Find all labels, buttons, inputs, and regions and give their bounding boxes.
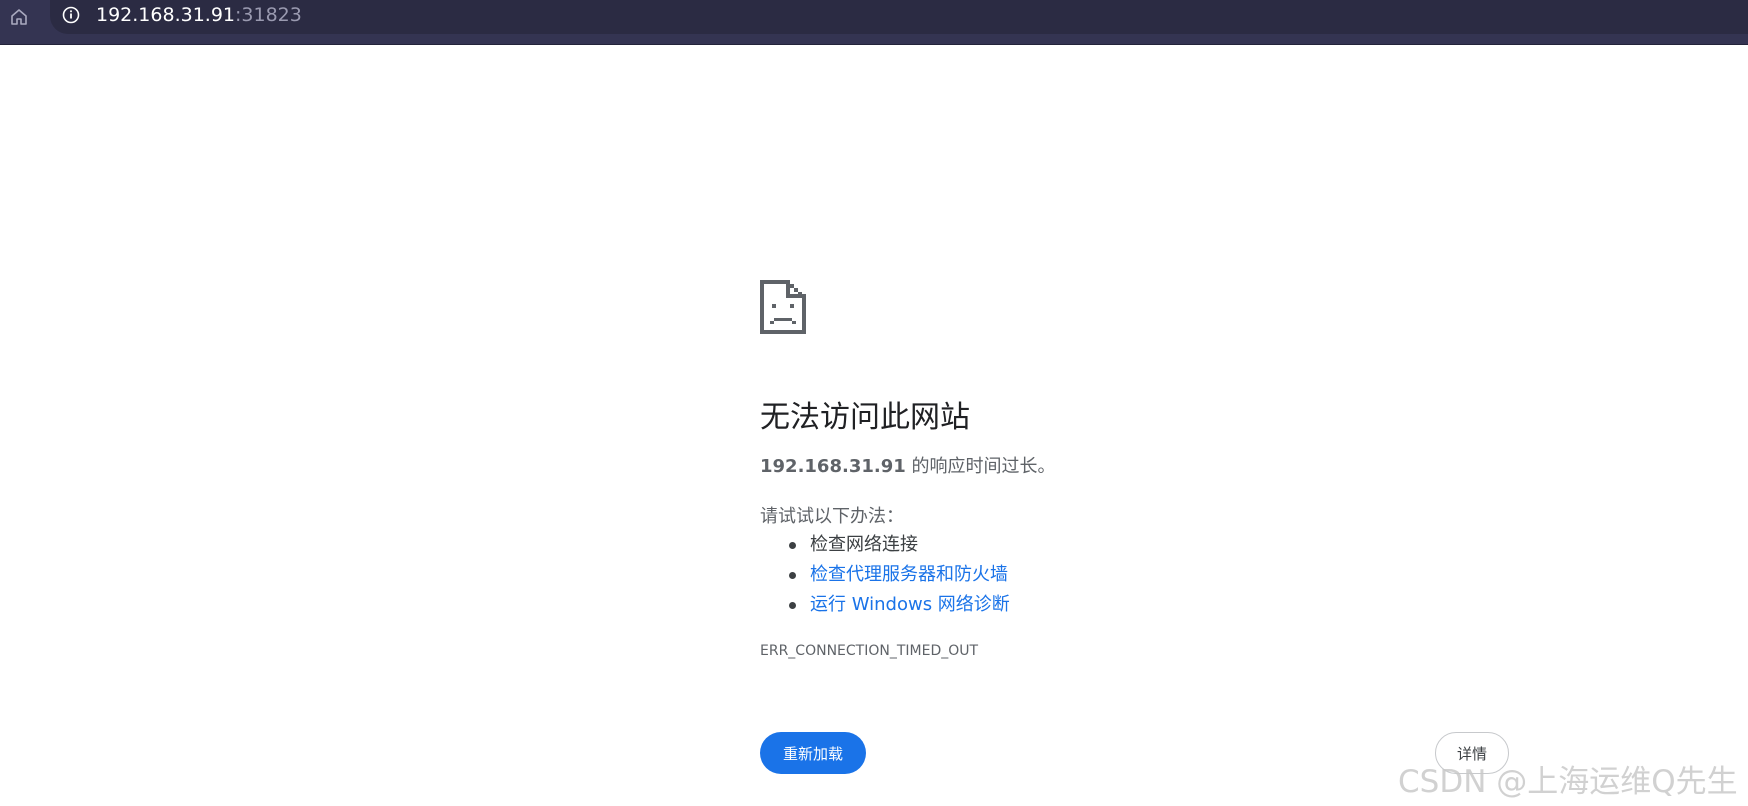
url-host: 192.168.31.91 <box>96 4 236 26</box>
error-summary: 192.168.31.91 的响应时间过长。 <box>760 452 1056 478</box>
home-icon <box>11 9 27 25</box>
browser-toolbar: 192.168.31.91:31823 <box>0 0 1748 45</box>
suggestions-heading: 请试试以下办法： <box>760 506 904 527</box>
url-text[interactable]: 192.168.31.91:31823 <box>96 4 302 26</box>
sad-document-icon <box>760 280 806 334</box>
error-title: 无法访问此网站 <box>760 400 970 435</box>
summary-ip: 192.168.31.91 <box>760 456 906 477</box>
address-bar[interactable] <box>50 0 1748 34</box>
home-button[interactable] <box>6 4 32 30</box>
suggestion-item: 检查网络连接 <box>760 530 1010 560</box>
error-code: ERR_CONNECTION_TIMED_OUT <box>760 643 979 659</box>
bullet <box>789 542 796 549</box>
suggestions-list: 检查网络连接 检查代理服务器和防火墙 运行 Windows 网络诊断 <box>760 530 1010 620</box>
link-check-proxy-firewall[interactable]: 检查代理服务器和防火墙 <box>810 564 1008 585</box>
suggestion-item: 检查代理服务器和防火墙 <box>760 560 1010 590</box>
bullet <box>789 602 796 609</box>
info-icon[interactable] <box>62 6 80 24</box>
reload-button[interactable]: 重新加载 <box>760 732 866 774</box>
suggestion-item: 运行 Windows 网络诊断 <box>760 590 1010 620</box>
watermark: CSDN @上海运维Q先生 <box>1398 764 1738 800</box>
suggestion-check-network: 检查网络连接 <box>810 534 918 555</box>
url-port: :31823 <box>235 4 302 26</box>
summary-text: 的响应时间过长。 <box>905 456 1056 477</box>
link-windows-diagnostics[interactable]: 运行 Windows 网络诊断 <box>810 594 1010 615</box>
bullet <box>789 572 796 579</box>
